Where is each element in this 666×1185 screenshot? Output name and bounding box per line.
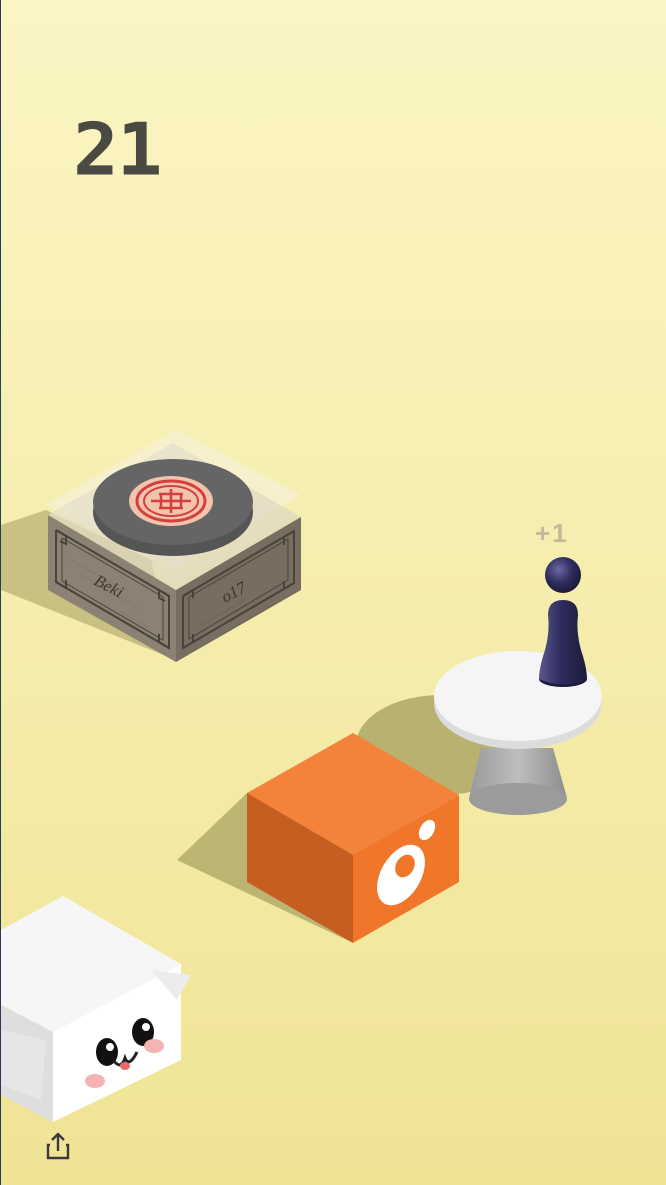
share-icon: [46, 1132, 70, 1160]
player-piece: [539, 557, 587, 687]
score-counter: 21: [73, 107, 163, 192]
share-button[interactable]: [41, 1130, 75, 1164]
wooden-box-platform: [46, 430, 301, 662]
player-head: [545, 557, 581, 593]
bonus-popup: +1: [535, 518, 569, 548]
game-screen[interactable]: 21 +1 Beki o17: [0, 0, 666, 1185]
player-body: [539, 600, 587, 685]
face-cube-platform: [1, 896, 191, 1122]
